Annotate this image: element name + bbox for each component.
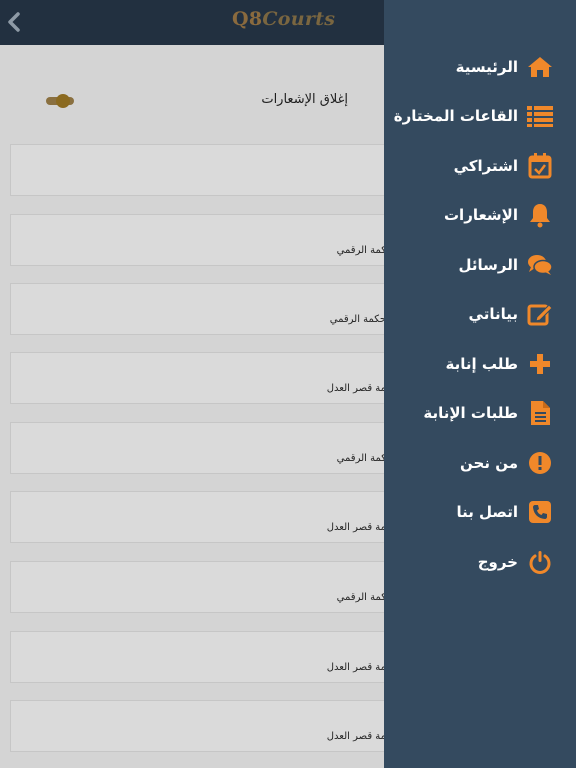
list-card[interactable] — [10, 144, 384, 196]
back-button[interactable] — [2, 8, 26, 36]
menu-item-label: طلبات الإنابة — [423, 404, 518, 422]
menu-item-label: الرئيسية — [455, 58, 518, 76]
menu-item-my-data[interactable]: بياناتي — [469, 299, 554, 329]
edit-icon — [526, 300, 554, 328]
app-logo: Q8Courts — [232, 8, 336, 30]
menu-item-label: اشتراكي — [453, 157, 518, 175]
menu-item-home[interactable]: الرئيسية — [456, 52, 554, 82]
list-card[interactable]: مة قصر العدل — [10, 631, 386, 683]
menu-item-delegation-request[interactable]: طلب إنابة — [446, 349, 555, 379]
card-court-name: مة قصر العدل — [326, 662, 386, 673]
menu-item-notifications[interactable]: الإشعارات — [444, 200, 554, 230]
menu-item-selected-courts[interactable]: القاعات المختارة — [394, 101, 554, 131]
menu-item-label: خروج — [477, 553, 518, 571]
bell-icon — [526, 201, 554, 229]
list-card[interactable]: كمة الرقمي — [10, 214, 386, 266]
info-icon — [526, 449, 554, 477]
list-card[interactable]: كمة الرقمي — [10, 561, 386, 613]
list-icon — [526, 102, 554, 130]
menu-item-contact-us[interactable]: اتصل بنا — [456, 497, 554, 527]
list-card[interactable]: مة قصر العدل — [10, 352, 386, 404]
card-court-name: كمة الرقمي — [336, 453, 386, 464]
home-icon — [526, 53, 554, 81]
list-card[interactable]: مة قصر العدل — [10, 491, 386, 543]
menu-item-label: طلب إنابة — [445, 355, 519, 373]
document-icon — [526, 399, 554, 427]
notifications-toggle[interactable] — [46, 94, 74, 108]
card-court-name: مة قصر العدل — [326, 731, 386, 742]
chat-icon — [526, 251, 554, 279]
card-court-name: كمة الرقمي — [336, 245, 386, 256]
calendar-check-icon — [526, 152, 554, 180]
menu-item-logout[interactable]: خروج — [478, 547, 554, 577]
phone-icon — [526, 498, 554, 526]
plus-icon — [526, 350, 554, 378]
menu-item-delegation-requests[interactable]: طلبات الإنابة — [423, 398, 554, 428]
menu-item-label: الرسائل — [458, 256, 518, 274]
notifications-toggle-label: إغلاق الإشعارات — [261, 92, 348, 107]
list-card[interactable]: مة قصر العدل — [10, 700, 386, 752]
menu-item-about-us[interactable]: من نحن — [460, 448, 554, 478]
menu-item-label: الإشعارات — [443, 206, 518, 224]
menu-item-label: من نحن — [460, 454, 518, 472]
chevron-left-icon — [8, 12, 20, 32]
menu-item-subscription[interactable]: اشتراكي — [454, 151, 554, 181]
menu-item-label: اتصل بنا — [456, 503, 518, 521]
card-court-name: مة قصر العدل — [326, 522, 386, 533]
power-icon — [526, 548, 554, 576]
list-card[interactable]: كمة الرقمي — [10, 422, 386, 474]
menu-item-label: بياناتي — [468, 305, 518, 323]
card-court-name: كمة الرقمي — [336, 592, 386, 603]
menu-item-messages[interactable]: الرسائل — [458, 250, 554, 280]
card-court-name: مة قصر العدل — [326, 383, 386, 394]
list-card[interactable]: حكمة الرقمي — [10, 283, 386, 335]
card-court-name: حكمة الرقمي — [329, 314, 386, 325]
navigation-drawer: الرئيسية القاعات المختارة اشتراكي الإشعا… — [384, 0, 576, 768]
menu-item-label: القاعات المختارة — [393, 107, 518, 125]
toggle-knob — [56, 94, 70, 108]
